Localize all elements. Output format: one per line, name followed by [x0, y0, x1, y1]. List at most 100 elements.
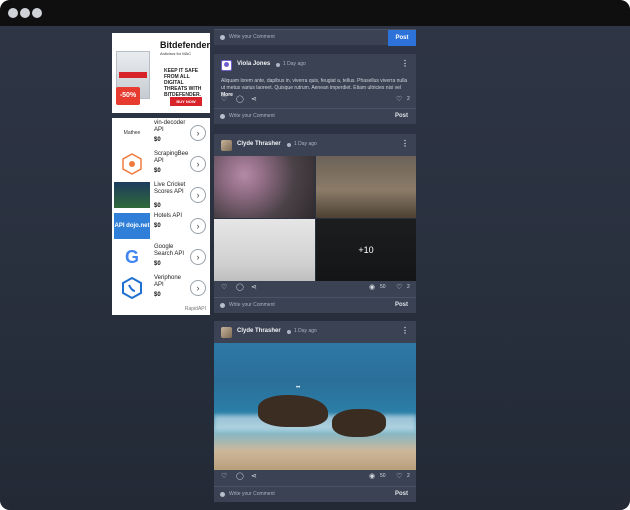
- post-author[interactable]: Clyde Thrasher: [237, 141, 281, 147]
- ad-item-name: vin-decoder API: [154, 120, 186, 133]
- post-time: 1 Day ago: [294, 328, 317, 334]
- chevron-right-icon[interactable]: ›: [190, 218, 206, 234]
- ad-item-name: Hotels API: [154, 213, 183, 219]
- comment-input[interactable]: Write your Comment: [229, 302, 275, 308]
- comment-input[interactable]: Write your Comment: [229, 113, 275, 119]
- comment-bar: Write your Comment Post: [214, 486, 416, 502]
- kebab-icon[interactable]: ⋮: [401, 139, 409, 148]
- bee-logo-icon: [114, 151, 150, 177]
- more-images-overlay[interactable]: +10: [316, 219, 416, 281]
- ad-item-name: Google Search API: [154, 244, 185, 257]
- heart-icon[interactable]: ♡: [396, 283, 402, 291]
- ad-item-cricket[interactable]: Live Cricket Scores API $0 ›: [112, 180, 210, 210]
- commenter-avatar: [220, 303, 225, 308]
- globe-icon: [287, 330, 291, 334]
- comment-icon[interactable]: ◯: [236, 472, 244, 480]
- ad-item-google-search[interactable]: G Google Search API $0 ›: [112, 242, 210, 272]
- kebab-icon[interactable]: ⋮: [401, 59, 409, 68]
- post-image[interactable]: ••: [214, 343, 416, 470]
- rapidapi-footer: RapidAPI: [184, 306, 206, 312]
- post-card: Clyde Thrasher 1 Day ago ⋮: [214, 134, 416, 156]
- ad-item-price: $0: [154, 168, 161, 174]
- post-comment-button[interactable]: Post: [388, 30, 416, 46]
- commenter-avatar: [220, 492, 225, 497]
- chevron-right-icon[interactable]: ›: [190, 156, 206, 172]
- buy-now-button[interactable]: BUY NOW: [170, 97, 202, 106]
- globe-icon: [287, 143, 291, 147]
- ad-item-veriphone[interactable]: Veriphone API $0 ›: [112, 273, 210, 303]
- gallery-image[interactable]: +10: [316, 219, 416, 281]
- mathee-logo-icon: Mathee: [123, 130, 141, 136]
- window-control-maximize[interactable]: [32, 8, 42, 18]
- post-time: 1 Day ago: [294, 141, 317, 147]
- ad-item-price: $0: [154, 292, 161, 298]
- heart-icon[interactable]: ♡: [396, 95, 402, 103]
- like-count: 2: [407, 284, 410, 290]
- google-logo-icon: G: [124, 246, 139, 267]
- post-header: Clyde Thrasher 1 Day ago ⋮: [214, 321, 416, 343]
- heart-icon[interactable]: ♡: [221, 283, 227, 291]
- avatar[interactable]: [221, 60, 232, 71]
- share-icon[interactable]: ⋖: [251, 283, 257, 291]
- ad-item-vin-decoder[interactable]: Mathee vin-decoder API $0 ›: [112, 118, 210, 148]
- post-comment-button[interactable]: Post: [395, 113, 408, 119]
- ad-item-price: $0: [154, 261, 161, 267]
- kebab-icon[interactable]: ⋮: [401, 326, 409, 335]
- title-bar: [0, 0, 630, 26]
- heart-icon[interactable]: ♡: [396, 472, 402, 480]
- share-icon[interactable]: ⋖: [251, 472, 257, 480]
- comment-icon[interactable]: ◯: [236, 95, 244, 103]
- window-control-minimize[interactable]: [20, 8, 30, 18]
- heart-icon[interactable]: ♡: [221, 95, 227, 103]
- ad-item-name: Veriphone API: [154, 275, 182, 288]
- comment-bar: Write your Comment Post: [214, 297, 416, 313]
- post-actions: ♡ ◯ ⋖ ◉ 50 ♡ 2: [214, 282, 416, 296]
- ad-item-hotels[interactable]: API dojo.net Hotels API $0 ›: [112, 211, 210, 241]
- post-actions-bar: ♡ ◯ ⋖ ◉ 50 ♡ 2: [214, 281, 416, 297]
- gallery-image[interactable]: [214, 156, 315, 218]
- chevron-right-icon[interactable]: ›: [190, 187, 206, 203]
- discount-badge: -50%: [116, 87, 140, 105]
- comment-icon[interactable]: ◯: [236, 283, 244, 291]
- post-actions: ♡ ◯ ⋖ ◉ 50 ♡ 2: [214, 471, 416, 485]
- like-count: 2: [407, 96, 410, 102]
- chevron-right-icon[interactable]: ›: [190, 280, 206, 296]
- post-comment-button[interactable]: Post: [395, 302, 408, 308]
- chevron-right-icon[interactable]: ›: [190, 125, 206, 141]
- globe-icon: [276, 63, 280, 67]
- ad-item-name: Live Cricket Scores API: [154, 182, 186, 195]
- heart-icon[interactable]: ♡: [221, 472, 227, 480]
- post-comment-button[interactable]: Post: [395, 491, 408, 497]
- comment-input[interactable]: Write your Comment: [229, 34, 275, 40]
- ad-item-scrapingbee[interactable]: ScrapingBee API $0 ›: [112, 149, 210, 179]
- commenter-avatar: [220, 114, 225, 119]
- eye-icon: ◉: [369, 473, 376, 480]
- window-control-close[interactable]: [8, 8, 18, 18]
- cricket-image: [114, 182, 150, 208]
- post-header: Viola Jones 1 Day ago ⋮: [214, 54, 416, 76]
- post-author[interactable]: Clyde Thrasher: [237, 328, 281, 334]
- avatar[interactable]: [221, 140, 232, 151]
- chevron-right-icon[interactable]: ›: [190, 249, 206, 265]
- post-actions-bar: ♡ ◯ ⋖ ◉ 50 ♡ 2: [214, 470, 416, 486]
- view-count: 50: [380, 473, 386, 479]
- seagulls: ••: [296, 385, 301, 391]
- share-icon[interactable]: ⋖: [251, 95, 257, 103]
- comment-input[interactable]: Write your Comment: [229, 491, 275, 497]
- post-author[interactable]: Viola Jones: [237, 61, 270, 67]
- veriphone-logo-icon: [114, 275, 150, 301]
- ad-brand: Bitdefender: [160, 40, 210, 50]
- rock: [258, 395, 328, 427]
- gallery-image[interactable]: [214, 219, 315, 281]
- rapidapi-ad: Mathee vin-decoder API $0 › ScrapingBee …: [112, 118, 210, 315]
- avatar[interactable]: [221, 327, 232, 338]
- ad-subtitle: Antivirus for MAC: [160, 51, 192, 56]
- bitdefender-ad[interactable]: Bitdefender Antivirus for MAC Keep it sa…: [112, 33, 210, 113]
- like-count: 2: [407, 473, 410, 479]
- post-text: Aliquam lorem ante, dapibus in, viverra …: [221, 78, 408, 91]
- comment-bar: Write your Comment Post: [214, 29, 416, 46]
- gallery-image[interactable]: [316, 156, 416, 218]
- rock: [332, 409, 386, 437]
- view-count: 50: [380, 284, 386, 290]
- post-time: 1 Day ago: [283, 61, 306, 67]
